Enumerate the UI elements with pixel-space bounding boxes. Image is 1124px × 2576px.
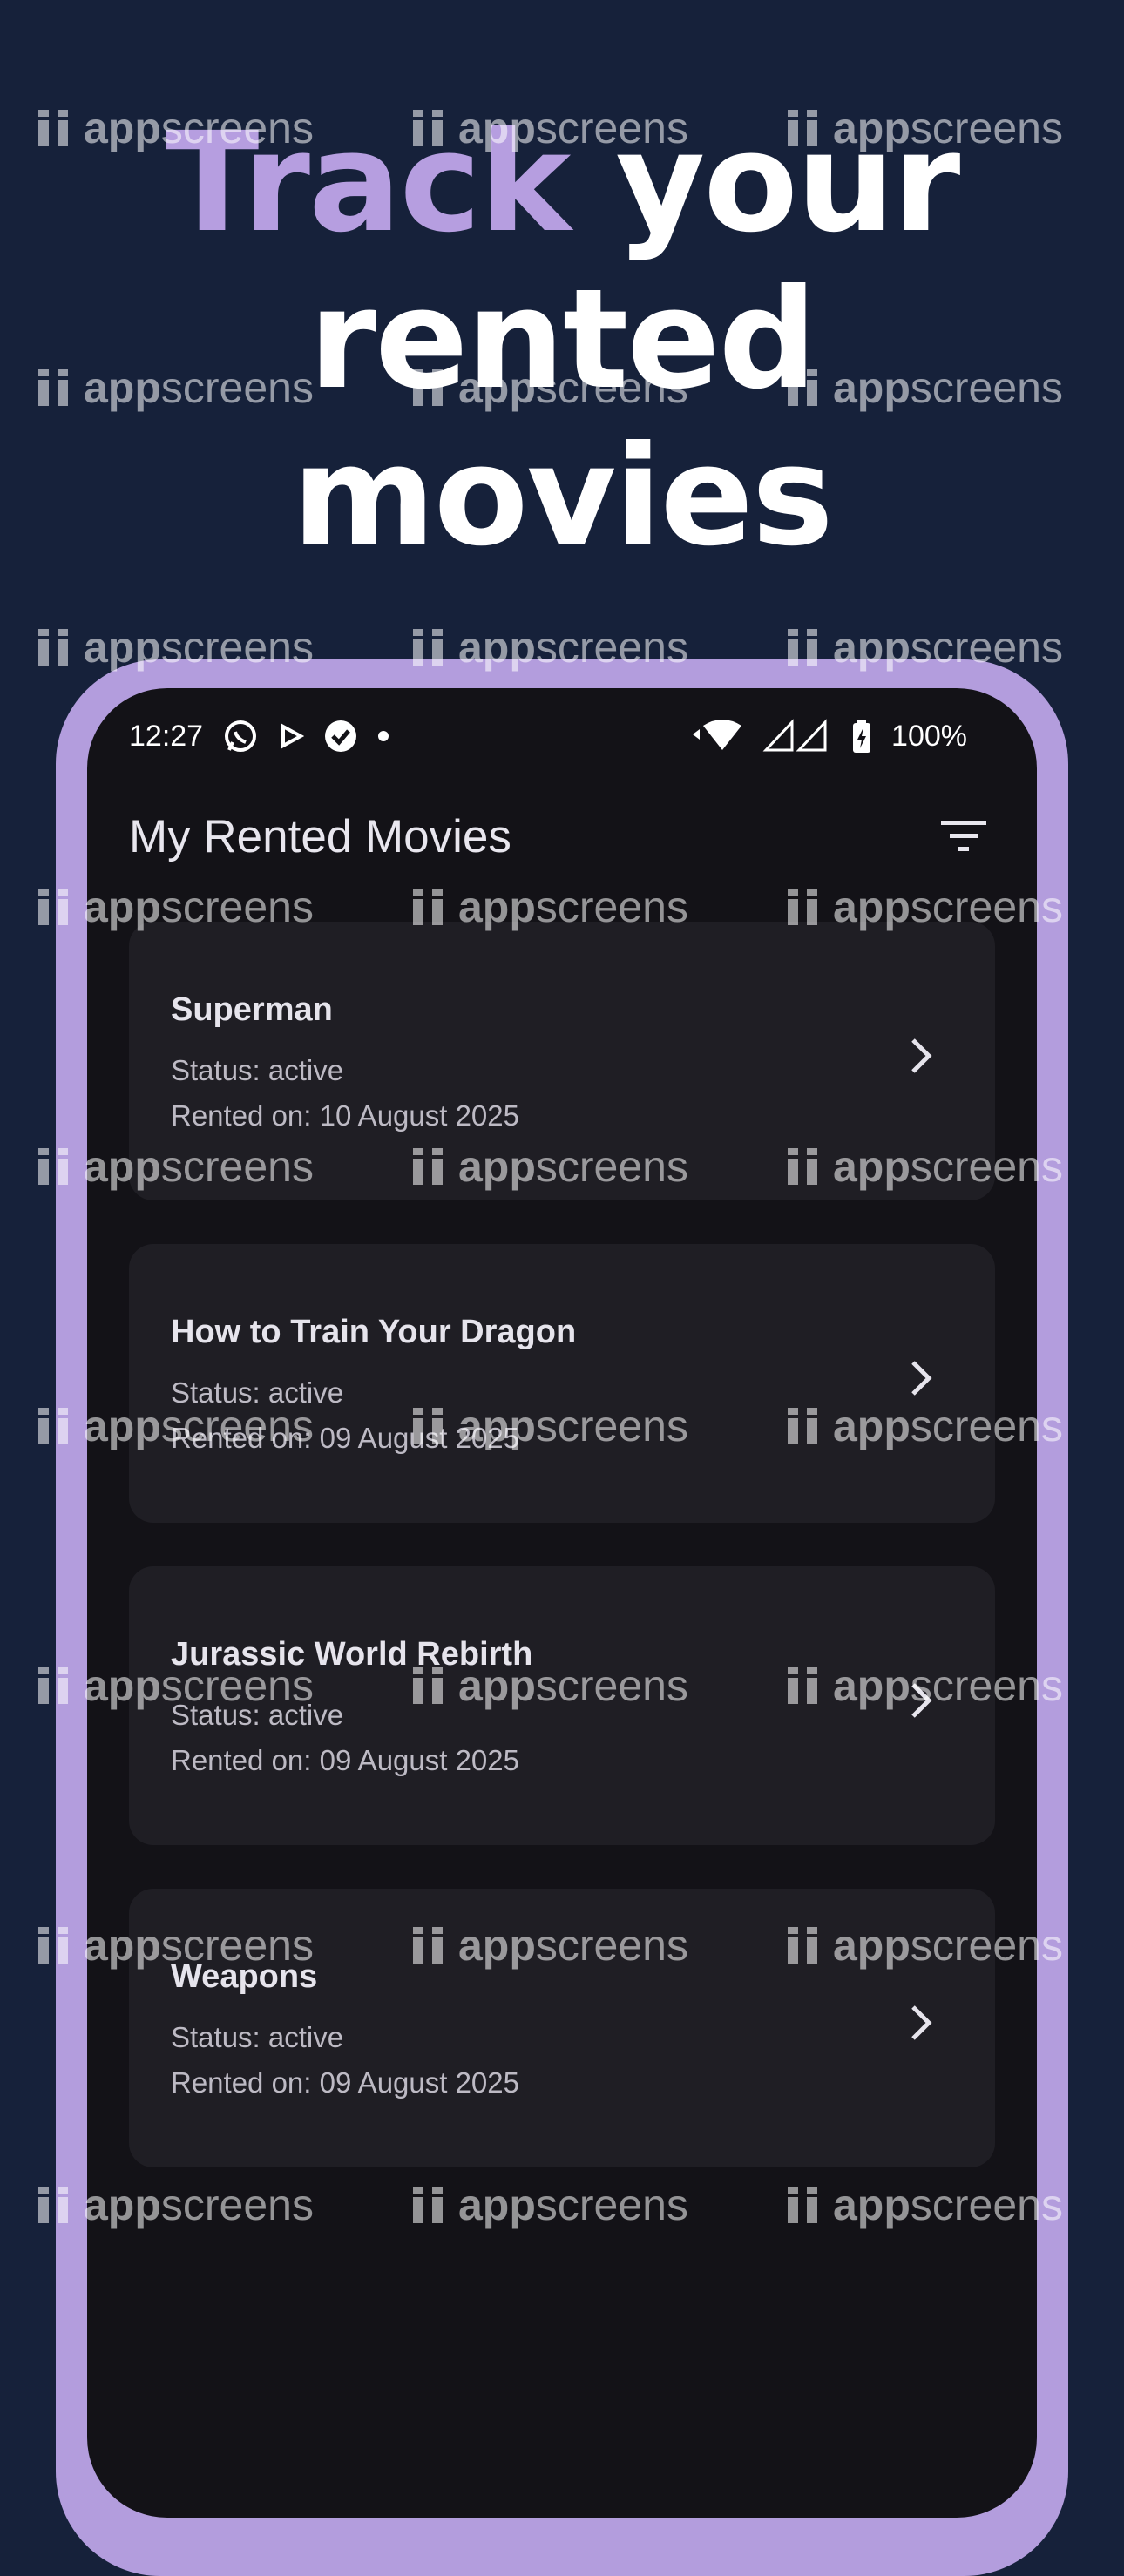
movie-status: Status: active <box>171 1376 344 1409</box>
filter-button[interactable] <box>929 801 999 871</box>
movie-title: How to Train Your Dragon <box>171 1314 577 1350</box>
movie-rented-date: Rented on: 09 August 2025 <box>171 1744 519 1776</box>
movie-rented-date: Rented on: 09 August 2025 <box>171 1422 519 1454</box>
dot-icon <box>377 730 389 742</box>
chevron-right-icon <box>911 1038 932 1073</box>
headline-accent: Track <box>165 103 572 263</box>
chevron-right-icon <box>911 1683 932 1718</box>
movie-rented-date: Rented on: 10 August 2025 <box>171 1099 519 1132</box>
page-title: My Rented Movies <box>129 810 511 862</box>
headline-line1-rest: your <box>569 103 960 263</box>
movie-card[interactable]: Jurassic World Rebirth Status: active Re… <box>129 1566 995 1845</box>
movie-rented-date: Rented on: 09 August 2025 <box>171 2066 519 2099</box>
phone-screen: 12:27 100% My Rented Movies Superman Sta… <box>87 688 1037 2518</box>
movie-card[interactable]: How to Train Your Dragon Status: active … <box>129 1244 995 1523</box>
chevron-right-icon <box>911 1361 932 1396</box>
battery-percent: 100% <box>891 719 967 753</box>
headline-line3: movies <box>292 416 834 577</box>
check-circle-icon <box>323 719 358 754</box>
movie-card[interactable]: Weapons Status: active Rented on: 09 Aug… <box>129 1889 995 2167</box>
movie-title: Jurassic World Rebirth <box>171 1636 533 1673</box>
signal-icon <box>762 719 832 754</box>
movie-card[interactable]: Superman Status: active Rented on: 10 Au… <box>129 922 995 1200</box>
watermark-logo-icon <box>38 629 68 666</box>
movie-title: Superman <box>171 991 333 1028</box>
battery-icon <box>851 719 872 754</box>
movie-list: Superman Status: active Rented on: 10 Au… <box>129 922 995 2211</box>
play-icon <box>278 723 305 749</box>
whatsapp-icon <box>222 718 259 754</box>
status-bar: 12:27 100% <box>129 706 967 767</box>
movie-title: Weapons <box>171 1958 318 1995</box>
movie-status: Status: active <box>171 1699 344 1731</box>
movie-status: Status: active <box>171 2021 344 2053</box>
movie-status: Status: active <box>171 1054 344 1086</box>
filter-icon <box>941 821 986 851</box>
status-time: 12:27 <box>129 719 204 753</box>
headline: Track your rented movies <box>0 105 1124 575</box>
app-bar: My Rented Movies <box>129 793 999 880</box>
headline-line2: rented <box>308 260 816 420</box>
chevron-right-icon <box>911 2005 932 2040</box>
wifi-icon <box>691 719 743 754</box>
